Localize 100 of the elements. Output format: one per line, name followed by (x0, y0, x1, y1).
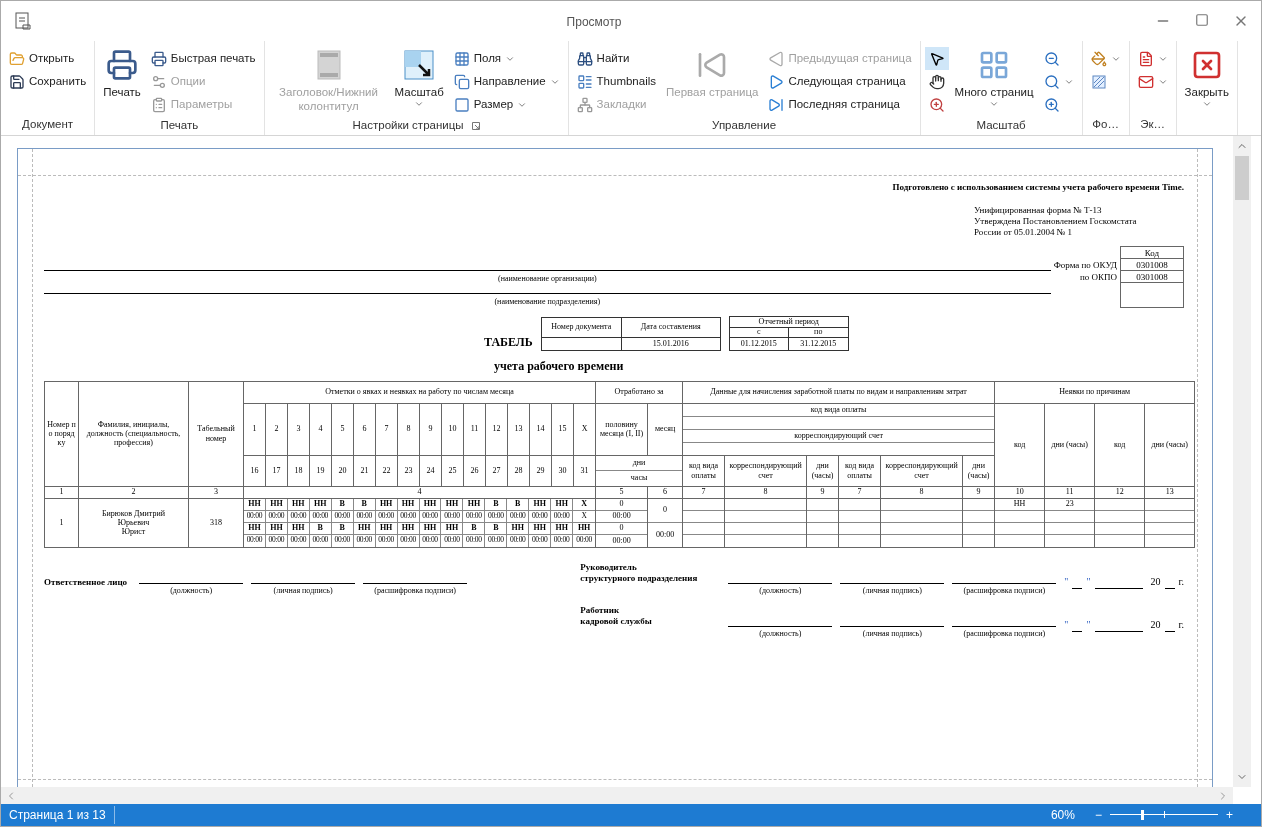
table-value: 0 (619, 499, 624, 509)
day-number: 31 (573, 455, 596, 486)
ribbon-button[interactable]: Размер (449, 93, 564, 116)
caption: (личная подпись) (862, 584, 922, 597)
ribbon-button[interactable]: Найти (572, 47, 661, 70)
ribbon-button[interactable]: Быстрая печать (146, 47, 260, 70)
zoom-in-button[interactable]: + (1222, 806, 1237, 824)
day-number: 7 (375, 403, 398, 455)
ribbon-button[interactable]: Поля (449, 47, 564, 70)
attendance-mark: В (471, 523, 477, 533)
column-number: 6 (647, 486, 683, 498)
search-icon (1043, 73, 1060, 90)
attendance-mark: НН (357, 523, 371, 533)
prepared-note: Подготовлено с использованием системы учета рабочего времени Time. (892, 181, 1184, 194)
table-value: НН (1013, 499, 1026, 509)
ribbon-button[interactable]: Открыть (5, 47, 91, 70)
table-header-cell: Отчетный период (729, 316, 848, 328)
signature-label: Руководитель структурного подразделения (580, 561, 699, 584)
ribbon-icon-button[interactable] (924, 47, 949, 70)
day-number: 11 (463, 403, 486, 455)
zoom-out-button[interactable]: − (1090, 806, 1106, 824)
pdf-file-icon (1137, 50, 1154, 67)
code-label: по ОКПО (1079, 270, 1117, 283)
ribbon-button[interactable]: Закрыть (1180, 47, 1233, 109)
ribbon-button[interactable]: Следующая страница (764, 70, 916, 93)
table-value: 00:00 (612, 535, 631, 546)
attendance-mark: В (339, 523, 345, 533)
table-header-cell: корреспондирующий счет (724, 455, 807, 486)
day-number: 16 (243, 455, 266, 486)
table-header-cell: дни (часы) (1044, 403, 1095, 486)
day-number: 6 (353, 403, 376, 455)
clipboard-icon (150, 96, 167, 113)
dialog-launcher-icon[interactable] (471, 121, 480, 130)
document-subtitle: учета рабочего времени (494, 357, 625, 375)
column-number: 7 (838, 486, 881, 498)
table-header-cell: Отработано за (595, 381, 683, 403)
ribbon-button[interactable]: Масштаб (390, 47, 448, 109)
page-scale-icon (403, 49, 436, 81)
ribbon-button[interactable]: Сохранить (5, 70, 91, 93)
attendance-mark: В (317, 523, 323, 533)
day-number: X (573, 403, 596, 455)
pointer-icon (928, 50, 945, 67)
attendance-mark: НН (511, 523, 524, 533)
day-number: 5 (331, 403, 354, 455)
ribbon-button[interactable]: Последняя страница (764, 93, 916, 116)
table-header-cell: месяц (647, 403, 683, 455)
printer-icon (106, 49, 138, 81)
ribbon-button[interactable]: Thumbnails (572, 70, 661, 93)
attendance-mark: В (493, 499, 499, 509)
table-header-cell: Дата составления (621, 317, 720, 338)
table-header-cell: Табельный номер (188, 381, 244, 486)
day-number: 10 (441, 403, 464, 455)
caption: (расшифровка подписи) (374, 584, 456, 597)
table-cell-text: 31.12.2015 (799, 337, 838, 350)
triangle-left-icon (768, 50, 785, 67)
day-number: 2 (265, 403, 288, 455)
table-header-cell: Номер по порядку (44, 381, 79, 486)
table-header-cell: код (1094, 403, 1145, 486)
document-title: ТАБЕЛЬ (484, 333, 533, 351)
vertical-scrollbar[interactable] (1233, 136, 1251, 787)
pages-icon (453, 73, 470, 90)
ribbon-button[interactable]: Печать (99, 47, 145, 99)
caption: (расшифровка подписи) (963, 627, 1046, 640)
attendance-mark: НН (270, 499, 283, 509)
table-cell-text: 15.01.2016 (651, 337, 690, 350)
form-info-line: Утверждена Постановлением Госкомстата (974, 215, 1138, 227)
column-number: 12 (1094, 486, 1145, 498)
attendance-mark: НН (445, 523, 459, 533)
app-icon (13, 11, 33, 31)
group-label: Документ (22, 117, 74, 133)
table-header-text: часы (630, 473, 648, 483)
table-value: 0 (663, 505, 668, 515)
ribbon-button[interactable]: Направление (449, 70, 564, 93)
year-suffix: г. (1178, 574, 1184, 589)
day-number: 8 (397, 403, 420, 455)
maximize-icon[interactable] (1195, 13, 1209, 27)
day-number: 19 (309, 455, 332, 486)
column-number: 5 (595, 486, 648, 498)
attendance-mark: НН (292, 523, 305, 533)
column-number: 9 (806, 486, 839, 498)
column-number: 8 (724, 486, 807, 498)
zoom-slider[interactable] (1110, 810, 1218, 820)
ribbon-button[interactable]: Много страниц (950, 47, 1038, 109)
day-number: 24 (419, 455, 442, 486)
printer-icon (150, 50, 167, 67)
folder-icon (9, 50, 25, 67)
caption: (расшифровка подписи) (963, 584, 1046, 597)
attendance-mark: В (493, 523, 499, 533)
attendance-mark: НН (401, 523, 415, 533)
table-header-cell: Неявки по причинам (994, 381, 1195, 403)
attendance-mark: НН (248, 499, 261, 509)
attendance-mark: НН (577, 523, 591, 533)
zoom-in-icon (1043, 96, 1060, 113)
table-header-text: корреспондирующий счет (794, 430, 883, 441)
slider-thumb[interactable] (1141, 810, 1145, 820)
scrollbar-thumb[interactable] (1235, 156, 1249, 200)
attendance-mark: НН (445, 499, 459, 509)
attendance-mark: НН (292, 499, 305, 509)
caption: (личная подпись) (862, 627, 922, 640)
day-number: 3 (287, 403, 310, 455)
